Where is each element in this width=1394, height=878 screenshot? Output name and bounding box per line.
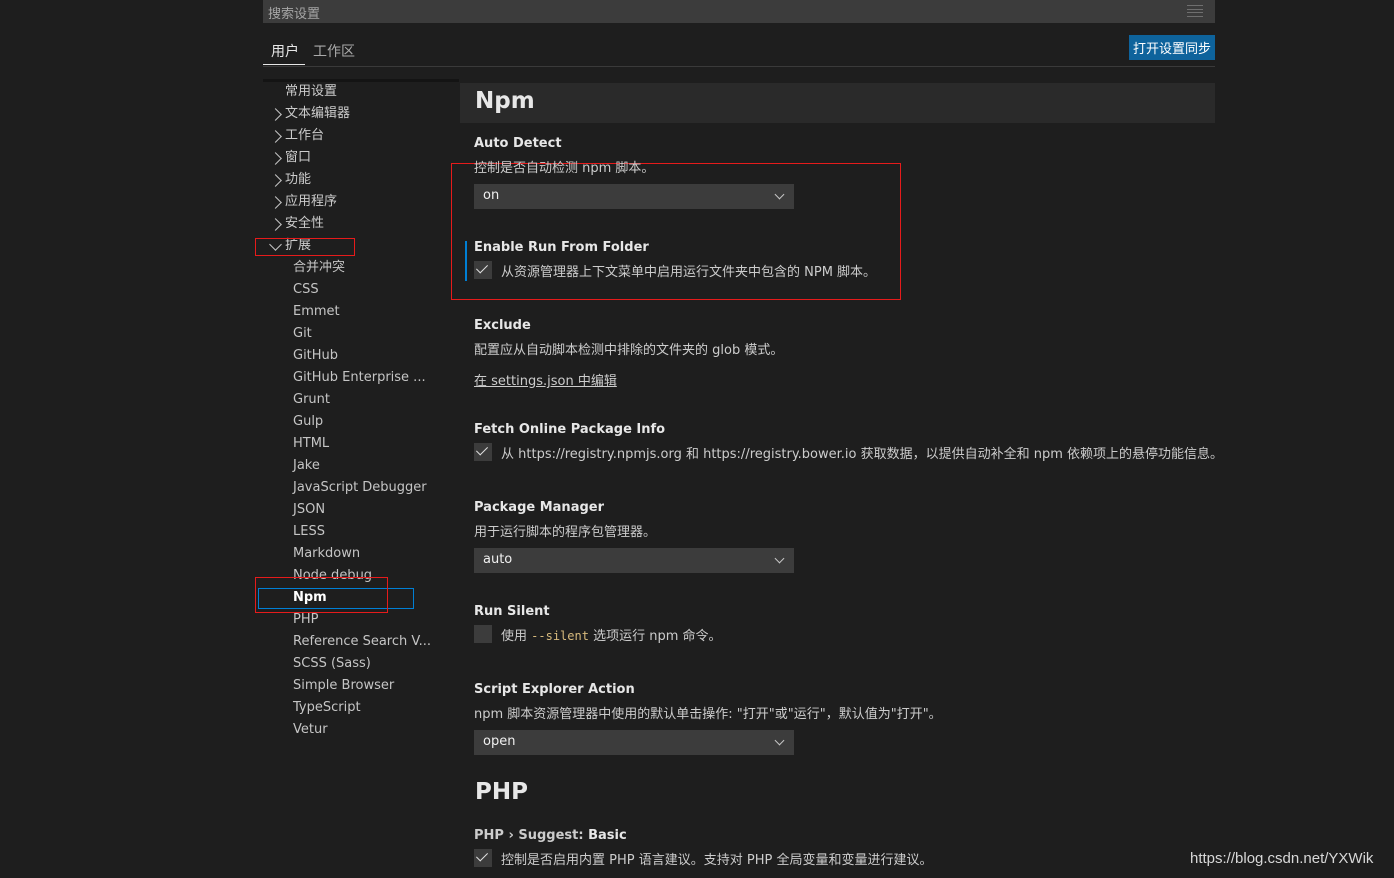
toc-ext-typescript[interactable]: TypeScript xyxy=(293,697,361,719)
toc-ext-less[interactable]: LESS xyxy=(293,521,325,543)
setting-desc-auto-detect: 控制是否自动检测 npm 脚本。 xyxy=(474,161,655,176)
toc-ext-scss[interactable]: SCSS (Sass) xyxy=(293,653,371,675)
setting-title-enable-run-from-folder: Enable Run From Folder xyxy=(474,240,649,255)
toc-item-window[interactable]: 窗口 xyxy=(285,147,311,169)
setting-title-package-manager: Package Manager xyxy=(474,500,604,515)
toc-ext-github[interactable]: GitHub xyxy=(293,345,338,367)
watermark-text: https://blog.csdn.net/YXWik xyxy=(1190,850,1374,867)
chevron-right-icon xyxy=(269,196,282,209)
search-placeholder: 搜索设置 xyxy=(268,7,321,22)
toc-ext-simple-browser[interactable]: Simple Browser xyxy=(293,675,394,697)
toc-ext-merge-conflict[interactable]: 合并冲突 xyxy=(293,257,345,279)
package-manager-dropdown[interactable]: auto xyxy=(474,548,794,573)
toc-item-security[interactable]: 安全性 xyxy=(285,213,324,235)
php-suggest-basic-checkbox[interactable] xyxy=(474,849,492,867)
chevron-down-icon xyxy=(774,735,785,746)
toc-ext-html[interactable]: HTML xyxy=(293,433,329,455)
check-icon xyxy=(475,443,489,456)
chevron-right-icon xyxy=(269,108,282,121)
enable-run-from-folder-checkbox[interactable] xyxy=(474,261,492,279)
toc-ext-emmet[interactable]: Emmet xyxy=(293,301,340,323)
auto-detect-dropdown[interactable]: on xyxy=(474,184,794,209)
setting-name: Basic xyxy=(588,828,627,843)
chevron-right-icon xyxy=(269,130,282,143)
chevron-right-icon xyxy=(269,218,282,231)
setting-desc-script-explorer-action: npm 脚本资源管理器中使用的默认单击操作: "打开"或"运行"，默认值为"打开… xyxy=(474,707,942,722)
desc-text: 选项运行 npm 命令。 xyxy=(588,629,722,644)
toc-ext-markdown[interactable]: Markdown xyxy=(293,543,360,565)
toc-item-workbench[interactable]: 工作台 xyxy=(285,125,324,147)
dropdown-value: open xyxy=(483,734,516,749)
toc-ext-github-enterprise[interactable]: GitHub Enterprise ... xyxy=(293,367,426,389)
chevron-right-icon xyxy=(269,174,282,187)
setting-desc-enable-run-from-folder: 从资源管理器上下文菜单中启用运行文件夹中包含的 NPM 脚本。 xyxy=(501,265,877,280)
chevron-right-icon xyxy=(269,152,282,165)
script-explorer-action-dropdown[interactable]: open xyxy=(474,730,794,755)
edit-in-settings-json-link[interactable]: 在 settings.json 中编辑 xyxy=(474,370,617,389)
highlight-box-extensions xyxy=(255,238,355,256)
setting-category: PHP › Suggest: xyxy=(474,828,589,843)
tabs-divider xyxy=(263,66,1215,67)
dropdown-value: on xyxy=(483,188,500,203)
toc-item-commonly-used[interactable]: 常用设置 xyxy=(285,81,337,103)
fetch-online-package-info-checkbox[interactable] xyxy=(474,443,492,461)
setting-title-exclude: Exclude xyxy=(474,318,531,333)
setting-desc-run-silent: 使用 --silent 选项运行 npm 命令。 xyxy=(501,625,722,644)
toc-ext-json[interactable]: JSON xyxy=(293,499,325,521)
settings-editor: 搜索设置 用户 工作区 打开设置同步 常用设置 文本编辑器 工作台 窗口 功能 … xyxy=(0,0,1394,878)
toc-ext-css[interactable]: CSS xyxy=(293,279,319,301)
toc-ext-vetur[interactable]: Vetur xyxy=(293,719,328,741)
filter-icon[interactable] xyxy=(1187,5,1203,17)
search-settings-input[interactable]: 搜索设置 xyxy=(263,0,1215,23)
toc-ext-gulp[interactable]: Gulp xyxy=(293,411,323,433)
tab-workspace[interactable]: 工作区 xyxy=(313,41,355,61)
setting-title-script-explorer-action: Script Explorer Action xyxy=(474,682,635,697)
setting-title-run-silent: Run Silent xyxy=(474,604,550,619)
chevron-down-icon xyxy=(774,189,785,200)
check-icon xyxy=(475,261,489,274)
setting-desc-fetch-online-package-info: 从 https://registry.npmjs.org 和 https://r… xyxy=(501,447,1224,462)
dropdown-value: auto xyxy=(483,552,513,567)
toc-ext-javascript-debugger[interactable]: JavaScript Debugger xyxy=(293,477,427,499)
setting-title-php-suggest-basic: PHP › Suggest: Basic xyxy=(474,828,627,843)
code-silent-flag: --silent xyxy=(531,629,589,643)
setting-desc-exclude: 配置应从自动脚本检测中排除的文件夹的 glob 模式。 xyxy=(474,343,784,358)
turn-on-settings-sync-button[interactable]: 打开设置同步 xyxy=(1129,35,1215,60)
check-icon xyxy=(475,849,489,862)
tab-user[interactable]: 用户 xyxy=(271,41,299,61)
focused-setting-indicator xyxy=(465,241,467,281)
setting-desc-package-manager: 用于运行脚本的程序包管理器。 xyxy=(474,525,657,540)
toc-item-features[interactable]: 功能 xyxy=(285,169,311,191)
highlight-box-npm xyxy=(255,577,388,613)
toc-ext-reference-search[interactable]: Reference Search V... xyxy=(293,631,431,653)
active-tab-indicator xyxy=(263,64,305,65)
toc-ext-git[interactable]: Git xyxy=(293,323,312,345)
section-header-band xyxy=(460,83,1215,123)
setting-desc-php-suggest-basic: 控制是否启用内置 PHP 语言建议。支持对 PHP 全局变量和变量进行建议。 xyxy=(501,853,933,868)
toc-ext-grunt[interactable]: Grunt xyxy=(293,389,330,411)
toc-ext-jake[interactable]: Jake xyxy=(293,455,320,477)
setting-title-fetch-online-package-info: Fetch Online Package Info xyxy=(474,422,666,437)
chevron-down-icon xyxy=(774,553,785,564)
run-silent-checkbox[interactable] xyxy=(474,625,492,643)
toc-item-text-editor[interactable]: 文本编辑器 xyxy=(285,103,350,125)
section-title-php: PHP xyxy=(475,779,528,805)
desc-text: 使用 xyxy=(501,629,532,644)
section-title-npm: Npm xyxy=(475,88,535,114)
toc-item-application[interactable]: 应用程序 xyxy=(285,191,337,213)
setting-title-auto-detect: Auto Detect xyxy=(474,136,562,151)
